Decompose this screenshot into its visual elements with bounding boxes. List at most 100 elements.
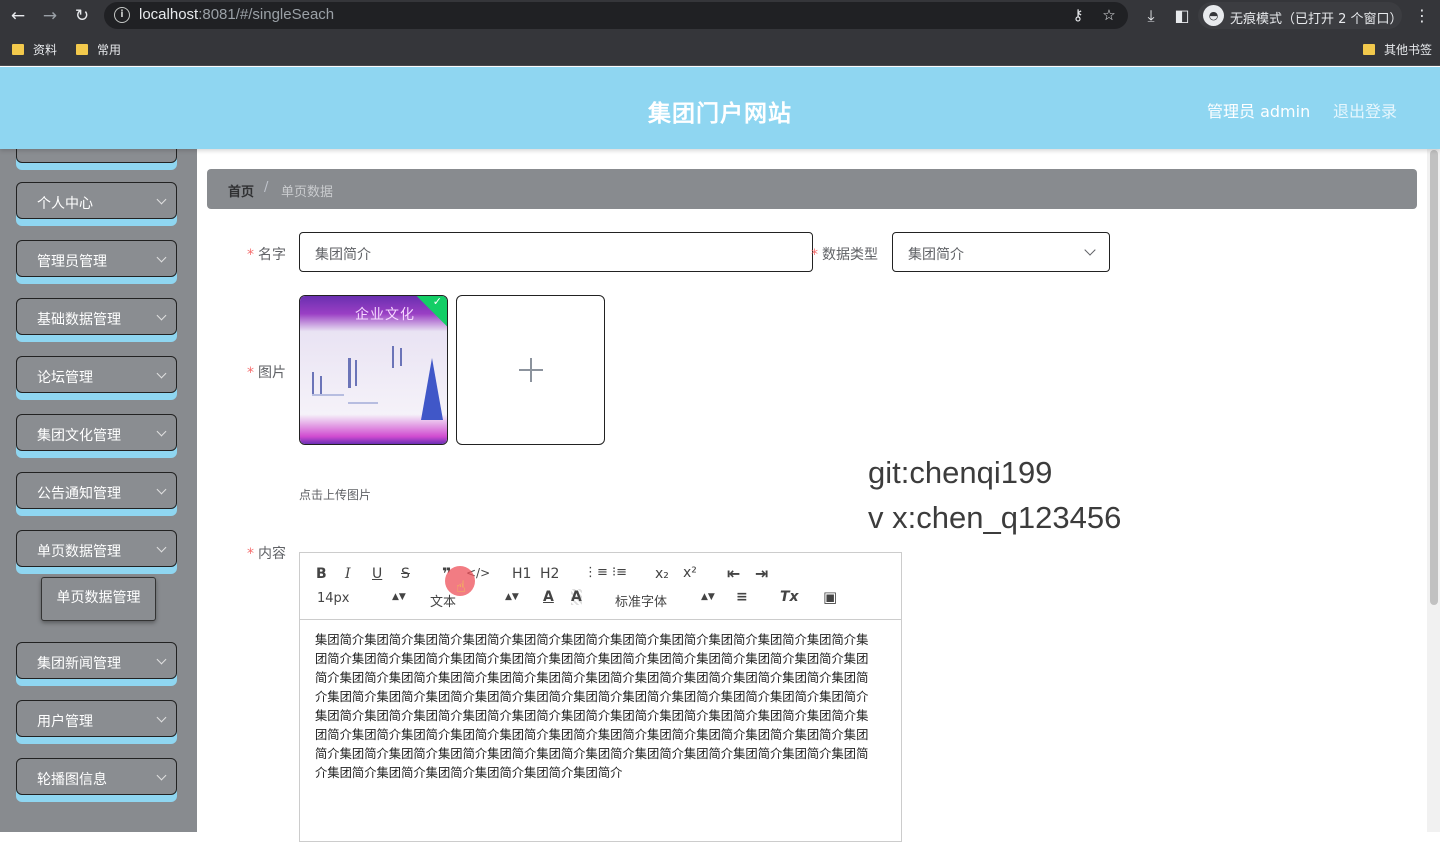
- clear-format-button[interactable]: Tx: [780, 589, 799, 605]
- breadcrumb-home[interactable]: 首页: [228, 181, 254, 200]
- breadcrumb-separator: /: [264, 180, 269, 195]
- sidebar-item-personal-center[interactable]: 个人中心: [16, 182, 177, 219]
- star-icon[interactable]: ☆: [1099, 5, 1119, 25]
- superscript-button[interactable]: x²: [683, 565, 697, 581]
- upload-tip: 点击上传图片: [299, 488, 372, 502]
- text-color-button[interactable]: A: [543, 589, 554, 605]
- chevron-down-icon: [1084, 244, 1096, 256]
- sidebar-item-culture[interactable]: 集团文化管理: [16, 414, 177, 451]
- chevron-down-icon: [156, 194, 167, 205]
- sidebar-item-single-page[interactable]: 单页数据管理: [16, 530, 177, 567]
- sidebar-item-label: 单页数据管理: [37, 544, 121, 560]
- bullet-list-button[interactable]: ⁝≡: [612, 565, 627, 580]
- app-header: 集团门户网站 管理员 admin 退出登录: [0, 67, 1440, 149]
- logout-link[interactable]: 退出登录: [1333, 98, 1397, 122]
- ordered-list-button[interactable]: ⋮≡: [584, 565, 608, 580]
- thumbnail-mark: [392, 346, 394, 368]
- download-icon[interactable]: ⤓: [1139, 4, 1163, 28]
- chevron-down-icon: [156, 542, 167, 553]
- incognito-icon: ◓: [1203, 5, 1224, 26]
- sidebar-item-label: 基础数据管理: [37, 312, 121, 328]
- data-type-label: * 数据类型: [811, 247, 878, 263]
- thumbnail-triangle: [421, 358, 443, 420]
- sidebar-item-label: 管理员管理: [37, 254, 107, 270]
- picker-arrows-icon: ▲▼: [701, 592, 715, 602]
- sidebar: 个人中心 管理员管理 基础数据管理 论坛管理 集团文化管理 公告通知管理 单页数…: [0, 149, 197, 832]
- name-input[interactable]: 集团简介: [299, 232, 813, 272]
- submenu-single-page-management[interactable]: 单页数据管理: [41, 577, 156, 621]
- bold-button[interactable]: B: [316, 566, 327, 582]
- sidebar-item-news[interactable]: 集团新闻管理: [16, 642, 177, 679]
- forward-arrow-icon[interactable]: →: [38, 4, 62, 28]
- check-icon: ✓: [432, 295, 442, 308]
- reload-icon[interactable]: ↻: [70, 4, 94, 28]
- sidebar-item-users[interactable]: 用户管理: [16, 700, 177, 737]
- sidebar-item-label: 论坛管理: [37, 370, 93, 386]
- thumbnail-mark: [312, 394, 344, 396]
- folder-icon: [1363, 44, 1375, 55]
- background-color-button[interactable]: A: [571, 589, 582, 605]
- sidebar-item-admin-management[interactable]: 管理员管理: [16, 240, 177, 277]
- sidebar-item-notice[interactable]: 公告通知管理: [16, 472, 177, 509]
- page-scrollbar-thumb[interactable]: [1430, 150, 1438, 605]
- thumbnail-mark: [348, 402, 378, 404]
- key-icon[interactable]: ⚷: [1068, 5, 1088, 25]
- underline-button[interactable]: U: [372, 566, 382, 582]
- header-2-button[interactable]: H2: [540, 566, 559, 582]
- indent-button[interactable]: ⇥: [755, 564, 768, 583]
- sidebar-item-forum[interactable]: 论坛管理: [16, 356, 177, 393]
- site-info-icon[interactable]: i: [114, 7, 130, 23]
- incognito-indicator[interactable]: ◓ 无痕模式（已打开 2 个窗口）: [1198, 2, 1403, 29]
- uploaded-image[interactable]: 企业文化 ✓: [299, 295, 448, 445]
- outdent-button[interactable]: ⇤: [727, 564, 740, 583]
- picker-arrows-icon: ▲▼: [392, 592, 406, 602]
- upload-add-button[interactable]: [456, 295, 605, 445]
- bookmark-folder[interactable]: 资料: [12, 41, 57, 58]
- picker-arrows-icon: ▲▼: [505, 592, 519, 602]
- thumbnail-mark: [348, 358, 351, 388]
- header-1-button[interactable]: H1: [512, 566, 531, 582]
- name-label: * 名字: [247, 247, 286, 263]
- url-text: localhost:8081/#/singleSeach: [139, 6, 335, 23]
- picture-label: * 图片: [247, 365, 286, 381]
- chevron-down-icon: [156, 484, 167, 495]
- back-arrow-icon[interactable]: ←: [6, 4, 30, 28]
- browser-toolbar: ← → ↻ i localhost:8081/#/singleSeach ⚷ ☆…: [0, 0, 1440, 32]
- data-type-select[interactable]: 集团简介: [892, 232, 1110, 272]
- chevron-down-icon: [156, 654, 167, 665]
- align-button[interactable]: ≡: [736, 589, 748, 605]
- image-button[interactable]: ▣: [823, 588, 837, 606]
- font-family-picker[interactable]: 标准字体 ▲▼: [615, 591, 715, 610]
- hand-cursor-icon: ☝: [456, 577, 466, 596]
- sidebar-item-label: 公告通知管理: [37, 486, 121, 502]
- more-vert-icon[interactable]: ⋮: [1410, 4, 1434, 28]
- thumbnail-mark: [312, 372, 314, 394]
- bookmarks-bar: 资料 常用 其他书签: [0, 32, 1440, 66]
- side-panel-icon[interactable]: ◧: [1170, 4, 1194, 28]
- thumbnail-mark: [400, 348, 402, 366]
- incognito-label: 无痕模式（已打开 2 个窗口）: [1230, 12, 1403, 27]
- watermark-line-2: v x:chen_q123456: [868, 500, 1122, 535]
- subscript-button[interactable]: x₂: [655, 566, 669, 582]
- chevron-down-icon: [156, 252, 167, 263]
- address-bar[interactable]: i localhost:8081/#/singleSeach ⚷ ☆: [104, 2, 1128, 29]
- other-bookmarks[interactable]: 其他书签: [1363, 41, 1432, 58]
- rich-text-editor: B I U S ❞ </> H1 H2 ⋮≡ ⁝≡ x₂ x² ⇤ ⇥ 14px…: [299, 552, 902, 842]
- thumbnail-mark: [320, 376, 322, 394]
- font-size-picker[interactable]: 14px ▲▼: [317, 591, 406, 606]
- editor-content[interactable]: 集团简介集团简介集团简介集团简介集团简介集团简介集团简介集团简介集团简介集团简介…: [315, 631, 880, 783]
- breadcrumb-current: 单页数据: [281, 185, 334, 200]
- admin-user-label: 管理员 admin: [1207, 102, 1311, 121]
- sidebar-item-label: 集团新闻管理: [37, 656, 121, 672]
- sidebar-item-home[interactable]: [16, 149, 177, 163]
- sidebar-item-label: 个人中心: [37, 196, 93, 212]
- italic-button[interactable]: I: [345, 566, 351, 582]
- chevron-down-icon: [156, 426, 167, 437]
- chevron-down-icon: [156, 712, 167, 723]
- sidebar-item-carousel[interactable]: 轮播图信息: [16, 758, 177, 795]
- strike-button[interactable]: S: [401, 566, 410, 582]
- thumbnail-mark: [355, 360, 357, 386]
- chevron-down-icon: [156, 770, 167, 781]
- sidebar-item-base-data[interactable]: 基础数据管理: [16, 298, 177, 335]
- bookmark-folder[interactable]: 常用: [76, 41, 121, 58]
